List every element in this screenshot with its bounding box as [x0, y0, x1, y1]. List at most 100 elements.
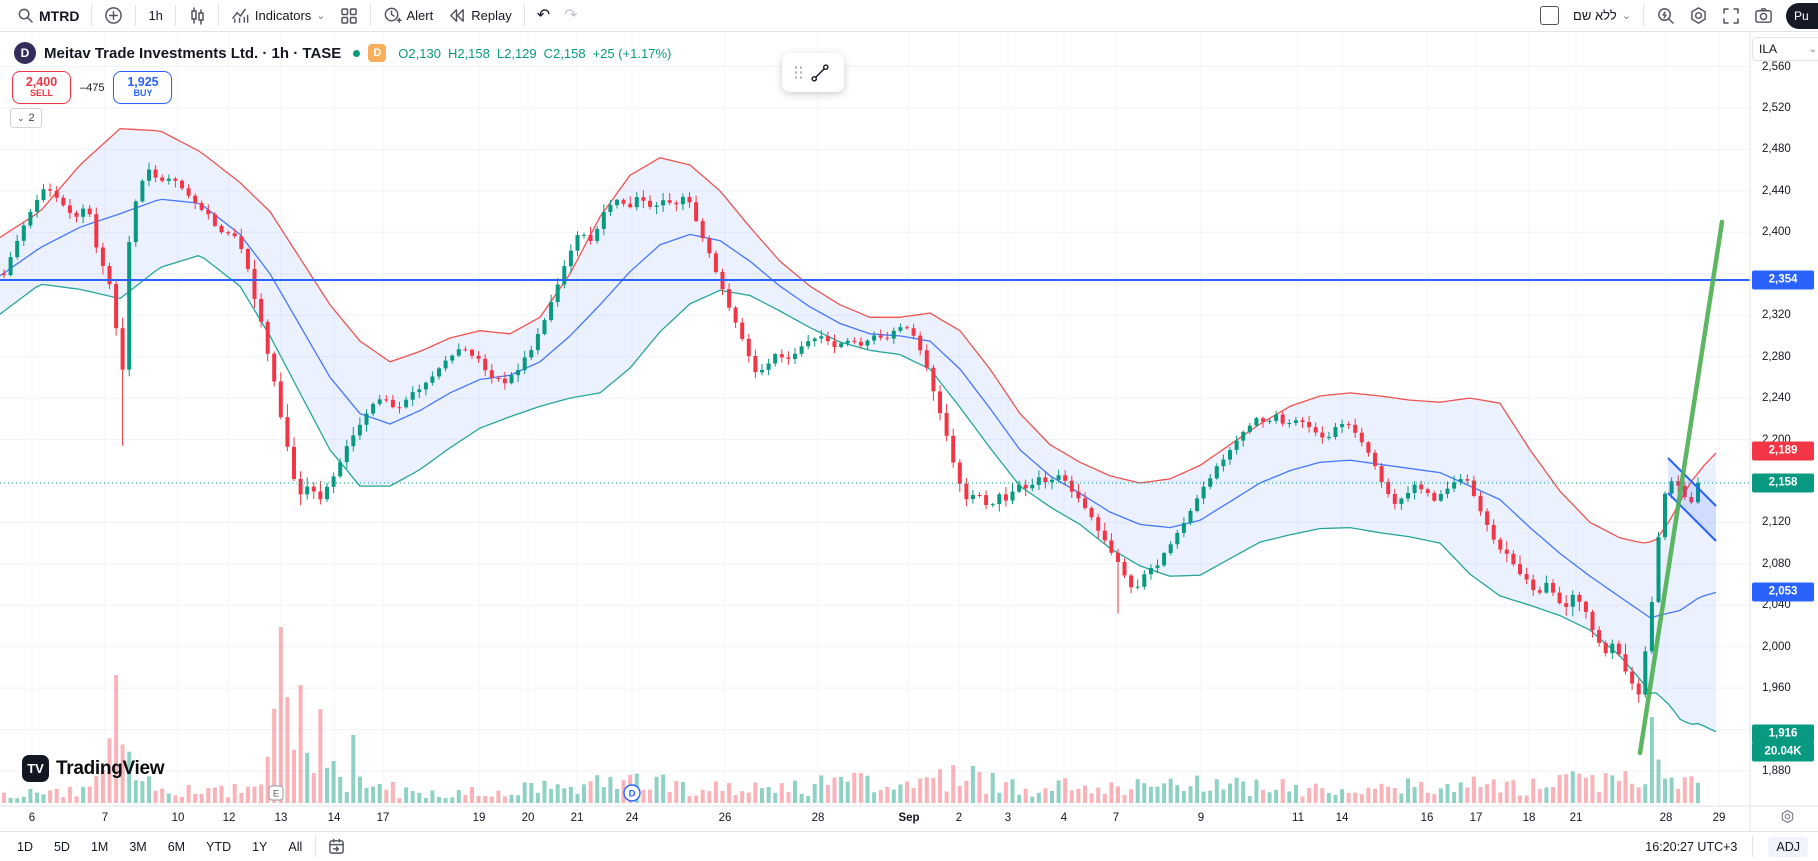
time-tick: 16 — [1420, 812, 1434, 824]
divider — [315, 836, 317, 857]
replay-button[interactable]: Replay — [440, 2, 518, 29]
spread-value: –475 — [80, 81, 105, 94]
compare-add-button[interactable] — [97, 2, 130, 29]
drag-handle-icon[interactable] — [794, 66, 803, 79]
svg-text:E: E — [273, 789, 279, 800]
range-button-1d[interactable]: 1D — [14, 838, 36, 856]
collapsed-indicators-chip[interactable]: ⌄ 2 — [10, 108, 42, 128]
time-tick: 19 — [472, 812, 486, 824]
price-axis-label: 2,189 — [1752, 441, 1814, 461]
time-tick: 3 — [1004, 812, 1012, 824]
save-layout-button[interactable] — [1533, 2, 1566, 29]
gear-icon — [1781, 809, 1794, 824]
earnings-marker[interactable]: E — [268, 785, 284, 801]
go-to-date-button[interactable] — [326, 836, 347, 857]
bollinger-bands — [0, 128, 1717, 733]
divider — [135, 5, 137, 26]
buy-button[interactable]: 1,925 BUY — [113, 71, 173, 104]
gear-icon — [1691, 7, 1706, 24]
price-tick: 2,560 — [1762, 60, 1791, 73]
divider — [369, 5, 371, 26]
range-button-1m[interactable]: 1M — [88, 838, 111, 856]
price-axis-label: 2,354 — [1752, 270, 1814, 290]
indicators-button[interactable]: Indicators ⌄ — [224, 2, 333, 29]
chart-canvas[interactable]: ED — [0, 0, 1818, 861]
svg-text:D: D — [629, 789, 636, 800]
redo-button[interactable]: ↷ — [557, 4, 584, 28]
fullscreen-button[interactable] — [1715, 3, 1747, 29]
change-value: +25 (+1.17%) — [592, 45, 672, 61]
price-tick: 2,120 — [1762, 516, 1791, 529]
time-tick: 11 — [1292, 812, 1304, 824]
time-tick: 20 — [521, 812, 535, 824]
dividend-marker[interactable]: D — [623, 784, 641, 802]
interval-button[interactable]: 1h — [141, 4, 169, 27]
tradingview-app: ED MTRD 1h Indicators ⌄ Alert Replay ↶ ↷… — [0, 0, 1818, 861]
tradingview-logo-text: TradingView — [56, 757, 165, 779]
sell-label: SELL — [29, 88, 53, 99]
quick-search-button[interactable] — [1649, 2, 1682, 29]
chart-style-button[interactable] — [181, 3, 213, 29]
ohlc-values: O2,130 H2,158 L2,129 C2,158 +25 (+1.17%) — [398, 46, 671, 61]
currency-selector[interactable]: ILA ⌄ — [1752, 37, 1818, 61]
range-button-all[interactable]: All — [285, 838, 305, 856]
publish-button[interactable]: Pu — [1786, 2, 1818, 29]
plus-circle-icon — [105, 7, 123, 24]
time-tick: 17 — [1469, 812, 1483, 824]
range-button-5d[interactable]: 5D — [51, 838, 73, 856]
alert-clock-icon — [384, 7, 402, 23]
alert-button[interactable]: Alert — [376, 2, 441, 29]
time-tick: 26 — [718, 812, 732, 824]
time-tick: 28 — [1659, 812, 1673, 824]
layout-name-button[interactable]: ללא שם ⌄ — [1566, 4, 1638, 27]
order-panel: 2,400 SELL –475 1,925 BUY — [12, 71, 173, 104]
ohlc-value: L2,129 — [496, 45, 537, 61]
volume-series — [2, 627, 1700, 803]
adjust-data-toggle[interactable]: ADJ — [1768, 836, 1808, 857]
settings-button[interactable] — [1682, 2, 1715, 29]
price-tick: 1,960 — [1762, 682, 1791, 695]
publish-label: Pu — [1794, 8, 1809, 23]
market-status-dot — [353, 49, 361, 57]
clock[interactable]: 16:20:27 UTC+3 — [1645, 840, 1737, 854]
range-button-6m[interactable]: 6M — [165, 838, 188, 856]
axis-settings-gear[interactable] — [1780, 809, 1795, 824]
divider — [217, 5, 219, 26]
floating-draw-toolbar[interactable] — [782, 53, 844, 92]
divider — [1752, 836, 1754, 857]
price-tick: 2,520 — [1762, 102, 1791, 114]
range-button-3m[interactable]: 3M — [126, 838, 149, 856]
tradingview-watermark[interactable]: TV TradingView — [22, 755, 165, 782]
time-tick: 6 — [28, 812, 36, 824]
divider — [174, 5, 176, 26]
time-tick: 17 — [376, 812, 390, 824]
time-tick: 2 — [955, 812, 963, 824]
ohlc-value: H2,158 — [447, 45, 490, 61]
replay-label: Replay — [471, 8, 512, 23]
symbol-search-button[interactable]: MTRD — [10, 3, 86, 28]
range-button-1y[interactable]: 1Y — [249, 838, 270, 856]
buy-label: BUY — [133, 88, 153, 99]
undo-button[interactable]: ↶ — [530, 4, 557, 28]
time-tick: 14 — [327, 812, 341, 824]
screenshot-button[interactable] — [1747, 2, 1780, 29]
delayed-data-badge[interactable]: D — [368, 44, 387, 62]
symbol-legend[interactable]: D Meitav Trade Investments Ltd. · 1h · T… — [14, 42, 671, 64]
time-tick: 24 — [625, 812, 639, 824]
price-tick: 2,480 — [1762, 143, 1791, 156]
grid-layout-icon — [340, 7, 357, 24]
sell-button[interactable]: 2,400 SELL — [12, 71, 71, 104]
toolbar-right-group: ללא שם ⌄ Pu — [1533, 2, 1818, 29]
time-tick: Sep — [898, 812, 920, 824]
buy-price: 1,925 — [127, 74, 159, 89]
ohlc-value: O2,130 — [398, 45, 441, 61]
layout-grid-button[interactable] — [333, 3, 365, 29]
time-tick: 21 — [1569, 812, 1583, 824]
alert-label: Alert — [406, 8, 434, 23]
time-tick: 29 — [1712, 812, 1726, 824]
trendline-tool-icon[interactable] — [809, 62, 831, 84]
time-tick: 21 — [570, 812, 584, 824]
price-axis-label: 20.04K — [1752, 742, 1814, 762]
time-tick: 9 — [1197, 812, 1205, 824]
range-button-ytd[interactable]: YTD — [203, 838, 234, 856]
